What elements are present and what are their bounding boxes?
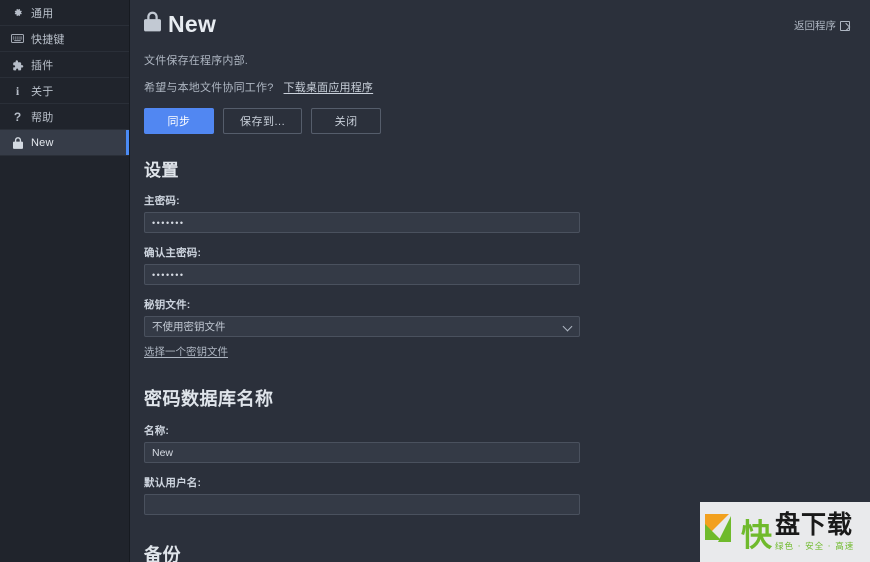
lock-icon xyxy=(144,11,161,37)
sidebar-item-label: New xyxy=(31,136,54,149)
watermark-brand-dark: 盘下载 xyxy=(775,510,854,540)
storage-info-text: 文件保存在程序内部. xyxy=(144,55,249,67)
sidebar-item-plugins[interactable]: 插件 xyxy=(0,52,129,78)
sidebar-item-label: 关于 xyxy=(31,85,54,98)
sidebar-item-help[interactable]: ? 帮助 xyxy=(0,104,129,130)
title-wrap: New xyxy=(144,11,216,37)
settings-section-title: 设置 xyxy=(144,161,179,180)
sidebar: 通用 快捷键 插件 i 关于 ? 帮助 New xyxy=(0,0,130,562)
sync-button[interactable]: 同步 xyxy=(144,108,214,134)
default-username-label: 默认用户名: xyxy=(144,477,202,489)
keyfile-select-wrap: 不使用密钥文件 xyxy=(144,316,580,337)
sidebar-item-about[interactable]: i 关于 xyxy=(0,78,129,104)
settings-window: 通用 快捷键 插件 i 关于 ? 帮助 New New 返回程序 文件保存在程序… xyxy=(0,0,870,562)
return-to-app-label: 返回程序 xyxy=(794,20,836,32)
watermark-text: 快 盘下载 绿色 · 安全 · 高速 xyxy=(741,510,855,554)
database-section-title: 密码数据库名称 xyxy=(144,389,274,409)
download-desktop-app-link[interactable]: 下载桌面应用程序 xyxy=(284,82,374,94)
main-panel: New 返回程序 文件保存在程序内部. 希望与本地文件协同工作? 下载桌面应用程序… xyxy=(130,0,870,562)
lock-icon xyxy=(9,136,26,149)
watermark-tagline: 绿色 · 安全 · 高速 xyxy=(775,541,855,552)
toolbar: 同步 保存到... 关闭 xyxy=(144,108,856,134)
database-name-input[interactable] xyxy=(144,442,580,463)
save-as-button[interactable]: 保存到... xyxy=(223,108,303,134)
sidebar-item-general[interactable]: 通用 xyxy=(0,0,129,26)
watermark-logo-icon xyxy=(705,512,739,552)
sidebar-item-label: 插件 xyxy=(31,59,54,72)
confirm-password-label: 确认主密码: xyxy=(144,247,202,259)
info-icon: i xyxy=(15,83,20,98)
desktop-app-question: 希望与本地文件协同工作? xyxy=(144,82,274,94)
master-password-label: 主密码: xyxy=(144,195,180,207)
external-link-icon xyxy=(840,20,850,31)
sidebar-item-label: 通用 xyxy=(31,7,54,20)
keyfile-select[interactable]: 不使用密钥文件 xyxy=(144,316,580,337)
close-button[interactable]: 关闭 xyxy=(311,108,382,134)
confirm-password-input[interactable] xyxy=(144,264,580,285)
sidebar-item-shortcuts[interactable]: 快捷键 xyxy=(0,26,129,52)
desktop-app-prompt: 希望与本地文件协同工作? 下载桌面应用程序 xyxy=(144,79,856,95)
master-password-input[interactable] xyxy=(144,212,580,233)
sidebar-item-new[interactable]: New xyxy=(0,130,129,156)
page-title: New xyxy=(168,10,217,37)
gear-icon xyxy=(9,7,26,18)
watermark-right: 盘下载 绿色 · 安全 · 高速 xyxy=(775,510,855,552)
return-to-app-link[interactable]: 返回程序 xyxy=(794,18,850,33)
watermark-brand-green: 快 xyxy=(741,517,772,554)
question-icon: ? xyxy=(13,109,22,124)
keyfile-label: 秘钥文件: xyxy=(144,299,191,311)
sidebar-item-label: 快捷键 xyxy=(31,33,65,46)
page-header: New 返回程序 xyxy=(144,8,856,37)
plugin-icon xyxy=(9,59,26,71)
keyboard-icon xyxy=(9,34,26,43)
choose-keyfile-link[interactable]: 选择一个密钥文件 xyxy=(144,344,228,359)
watermark: 快 盘下载 绿色 · 安全 · 高速 xyxy=(700,502,870,562)
sidebar-item-label: 帮助 xyxy=(31,111,54,124)
default-username-input[interactable] xyxy=(144,494,580,515)
database-name-label: 名称: xyxy=(144,425,170,437)
